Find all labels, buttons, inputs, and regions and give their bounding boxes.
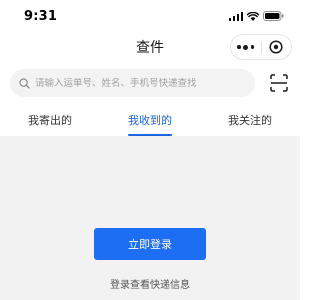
login-button[interactable]: 立即登录 <box>94 228 206 260</box>
status-icons <box>228 11 285 21</box>
mini-program-capsule <box>230 34 292 60</box>
tab-sent[interactable]: 我寄出的 <box>0 104 100 136</box>
content-area: 立即登录 登录查看快递信息 <box>0 136 300 300</box>
tab-label: 我寄出的 <box>28 114 72 127</box>
search-input[interactable] <box>35 77 235 89</box>
page-title: 查件 <box>136 40 164 56</box>
tab-bar: 我寄出的 我收到的 我关注的 <box>0 104 300 136</box>
more-options-icon[interactable] <box>231 35 261 59</box>
tab-label: 我关注的 <box>228 114 272 127</box>
battery-icon <box>263 11 284 21</box>
login-hint: 登录查看快递信息 <box>110 280 190 291</box>
tab-followed[interactable]: 我关注的 <box>200 104 300 136</box>
status-bar: 9:31 <box>0 0 300 32</box>
search-icon <box>19 77 30 89</box>
nav-bar: 查件 <box>0 32 300 62</box>
search-row <box>0 62 300 104</box>
cellular-signal-icon <box>228 11 243 21</box>
wifi-icon <box>247 11 259 21</box>
app-screen: 9:31 查件 请输入运单号、姓名、手机号快递查找 我寄出的 我收到的 我关注的… <box>0 0 300 300</box>
status-time: 9:31 <box>24 8 58 24</box>
search-box[interactable] <box>10 69 255 97</box>
tab-received[interactable]: 我收到的 <box>100 104 200 136</box>
close-mini-program-icon[interactable] <box>262 35 292 59</box>
scan-icon <box>270 74 288 92</box>
scan-button[interactable] <box>270 74 288 92</box>
tab-label: 我收到的 <box>128 114 172 127</box>
